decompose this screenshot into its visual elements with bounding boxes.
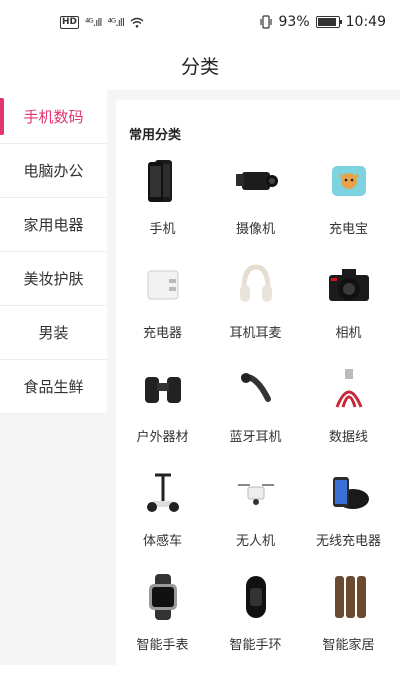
product-item-camera[interactable]: 相机 — [302, 260, 395, 364]
product-label: 无线充电器 — [315, 534, 381, 549]
bluetooth-earpiece-icon — [233, 366, 279, 412]
product-label: 手机 — [149, 222, 176, 237]
product-label: 无人机 — [235, 534, 275, 549]
product-item-scooter[interactable]: 体感车 — [116, 468, 209, 572]
product-label: 体感车 — [142, 534, 182, 549]
fitness-band-icon — [233, 574, 279, 620]
camcorder-icon — [233, 158, 279, 204]
product-label: 摄像机 — [235, 222, 275, 237]
product-label: 蓝牙耳机 — [229, 430, 282, 445]
bottom-tabbar-edge — [0, 659, 400, 665]
product-label: 智能手表 — [136, 638, 189, 653]
sidebar-item-label: 男装 — [38, 324, 69, 342]
drone-icon — [233, 470, 279, 516]
signal-icon: ⁴ᴳ.ıll — [85, 16, 102, 29]
product-item-charger[interactable]: 充电器 — [116, 260, 209, 364]
battery-icon — [315, 16, 342, 28]
category-content: 常用分类 手机 摄像机 充电宝 充电器 耳机耳麦 相机 户外器材 蓝牙耳机 数据… — [107, 90, 400, 665]
usb-cable-icon — [326, 366, 372, 412]
binoculars-icon — [140, 366, 186, 412]
status-bar: HD ⁴ᴳ.ıll ⁴ᴳ.ıll 93% 10:49 — [0, 0, 400, 50]
battery-percent: 93% — [278, 14, 310, 30]
product-label: 户外器材 — [136, 430, 189, 445]
wireless-charger-icon — [326, 470, 372, 516]
product-label: 耳机耳麦 — [229, 326, 282, 341]
power-bank-icon — [326, 158, 372, 204]
page-title: 分类 — [180, 56, 219, 78]
category-sidebar: 手机数码 电脑办公 家用电器 美妆护肤 男装 食品生鲜 — [0, 90, 107, 665]
sidebar-item-digital[interactable]: 手机数码 — [0, 90, 107, 144]
product-item-cable[interactable]: 数据线 — [302, 364, 395, 468]
sidebar-item-label: 美妆护肤 — [23, 270, 84, 288]
product-item-camcorder[interactable]: 摄像机 — [209, 156, 302, 260]
sidebar-item-appliances[interactable]: 家用电器 — [0, 198, 107, 252]
product-item-drone[interactable]: 无人机 — [209, 468, 302, 572]
product-label: 数据线 — [328, 430, 368, 445]
wifi-icon — [130, 17, 144, 28]
sidebar-item-label: 电脑办公 — [23, 162, 84, 180]
product-label: 智能手环 — [229, 638, 282, 653]
product-item-outdoor[interactable]: 户外器材 — [116, 364, 209, 468]
sidebar-item-food[interactable]: 食品生鲜 — [0, 360, 107, 414]
smartwatch-icon — [140, 574, 186, 620]
status-left: HD ⁴ᴳ.ıll ⁴ᴳ.ıll — [60, 16, 144, 29]
charger-icon — [140, 262, 186, 308]
page-header: 分类 — [0, 50, 400, 90]
section-title: 常用分类 — [129, 128, 182, 143]
product-label: 充电器 — [142, 326, 182, 341]
headphones-icon — [233, 262, 279, 308]
product-label: 相机 — [335, 326, 362, 341]
sidebar-item-label: 手机数码 — [23, 108, 84, 126]
product-item-headphones[interactable]: 耳机耳麦 — [209, 260, 302, 364]
signal-icon-2: ⁴ᴳ.ıll — [107, 16, 124, 29]
camera-icon — [326, 262, 372, 308]
product-item-power-bank[interactable]: 充电宝 — [302, 156, 395, 260]
sidebar-item-label: 家用电器 — [23, 216, 84, 234]
clock: 10:49 — [345, 14, 386, 30]
vibrate-icon — [259, 15, 272, 29]
product-item-phone[interactable]: 手机 — [116, 156, 209, 260]
product-item-wireless-charger[interactable]: 无线充电器 — [302, 468, 395, 572]
sidebar-item-menswear[interactable]: 男装 — [0, 306, 107, 360]
product-label: 智能家居 — [322, 638, 375, 653]
category-panel: 常用分类 手机 摄像机 充电宝 充电器 耳机耳麦 相机 户外器材 蓝牙耳机 数据… — [116, 100, 400, 665]
smartphone-icon — [140, 158, 186, 204]
balance-scooter-icon — [140, 470, 186, 516]
sidebar-item-beauty[interactable]: 美妆护肤 — [0, 252, 107, 306]
smart-lock-icon — [326, 574, 372, 620]
product-grid: 手机 摄像机 充电宝 充电器 耳机耳麦 相机 户外器材 蓝牙耳机 数据线 体感车… — [116, 156, 400, 676]
sidebar-item-office[interactable]: 电脑办公 — [0, 144, 107, 198]
product-label: 充电宝 — [328, 222, 368, 237]
sidebar-item-label: 食品生鲜 — [23, 378, 84, 396]
status-right: 93% 10:49 — [259, 14, 386, 30]
product-item-bt-earpiece[interactable]: 蓝牙耳机 — [209, 364, 302, 468]
hd-badge: HD — [60, 16, 80, 29]
